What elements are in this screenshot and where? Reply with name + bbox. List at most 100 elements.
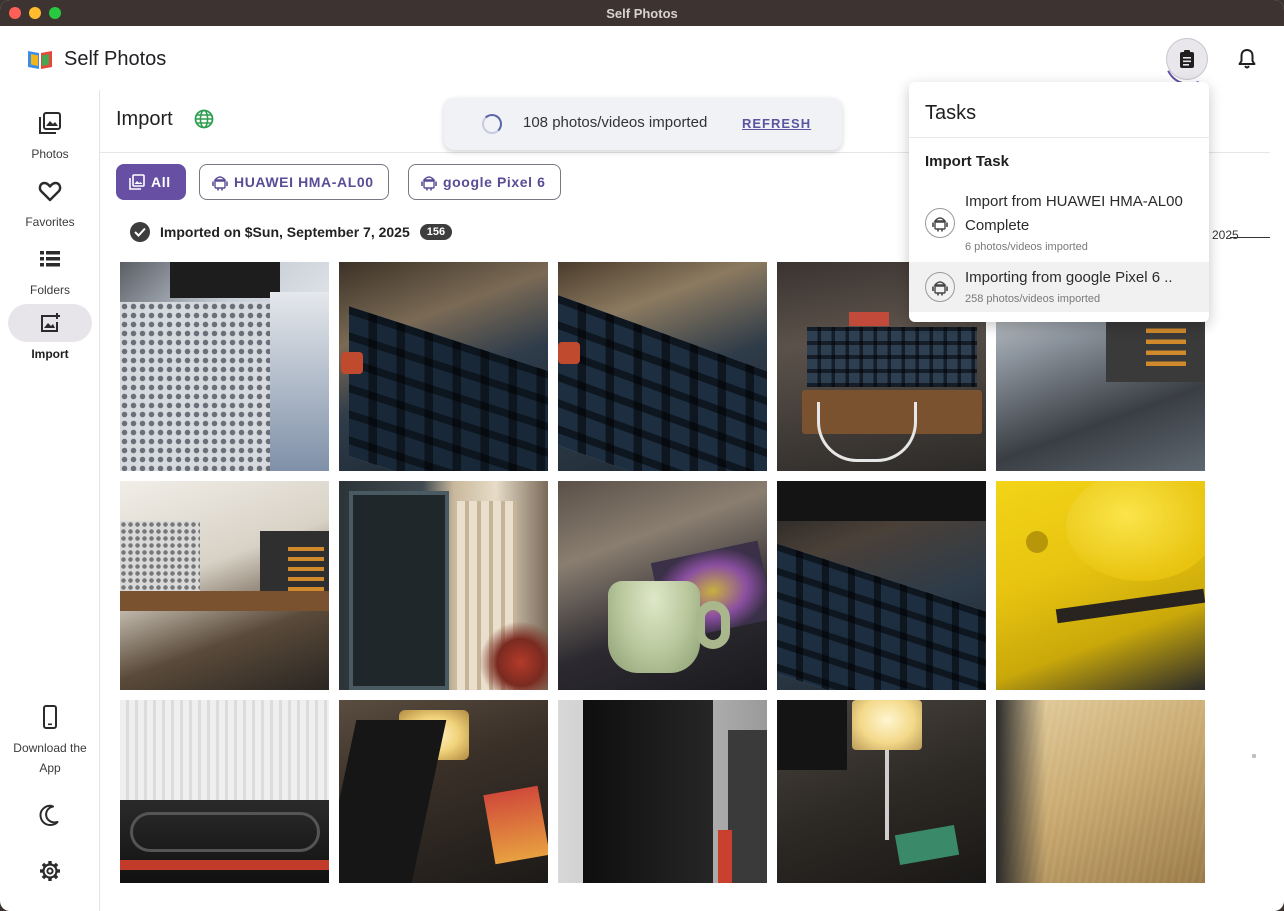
settings-button[interactable] bbox=[0, 852, 100, 890]
timeline-marker bbox=[1230, 237, 1270, 238]
photo-detail bbox=[849, 312, 889, 326]
sidebar-item-label: Favorites bbox=[25, 215, 75, 229]
photo-thumbnail[interactable] bbox=[777, 481, 986, 690]
task-detail: 6 photos/videos imported bbox=[965, 241, 1088, 253]
sidebar: Photos Favorites Folders Import Download… bbox=[0, 90, 100, 911]
import-icon bbox=[41, 313, 60, 332]
photos-icon bbox=[129, 174, 145, 190]
download-app-button[interactable]: Download the App bbox=[0, 698, 100, 778]
app-logo-icon bbox=[28, 51, 52, 69]
bell-icon bbox=[1238, 49, 1256, 69]
section-date-label: Imported on $Sun, September 7, 2025 bbox=[160, 224, 410, 240]
sidebar-icon-container bbox=[8, 304, 92, 342]
app-name: Self Photos bbox=[64, 48, 167, 70]
date-section-header: Imported on $Sun, September 7, 2025 156 bbox=[130, 222, 453, 242]
sidebar-icon-container bbox=[8, 240, 92, 278]
import-progress-text: 108 photos/videos imported bbox=[523, 114, 708, 131]
photo-detail bbox=[120, 302, 270, 471]
select-all-checkbox[interactable] bbox=[130, 222, 150, 242]
android-icon bbox=[932, 281, 948, 296]
photo-thumbnail[interactable] bbox=[777, 700, 986, 883]
sidebar-icon-container bbox=[8, 852, 92, 890]
photo-detail bbox=[608, 581, 700, 673]
photo-thumbnail[interactable] bbox=[339, 262, 548, 471]
task-item[interactable]: Importing from google Pixel 6 .. 258 pho… bbox=[909, 262, 1209, 312]
timeline-scroll-indicator[interactable] bbox=[1252, 754, 1256, 758]
photo-thumbnail[interactable] bbox=[558, 700, 767, 883]
theme-toggle-button[interactable] bbox=[0, 796, 100, 834]
close-window-button[interactable] bbox=[9, 7, 21, 19]
photo-detail bbox=[1026, 531, 1048, 553]
sidebar-icon-container bbox=[8, 698, 92, 736]
photo-detail bbox=[807, 327, 977, 387]
globe-icon[interactable] bbox=[194, 109, 214, 129]
sidebar-icon-container bbox=[8, 104, 92, 142]
photo-thumbnail[interactable] bbox=[120, 262, 329, 471]
sidebar-icon-container bbox=[8, 796, 92, 834]
photo-thumbnail[interactable] bbox=[996, 481, 1205, 690]
task-title: Import from HUAWEI HMA-AL00 Complete bbox=[965, 193, 1183, 234]
task-icon-container bbox=[925, 208, 955, 238]
download-app-label: Download the App bbox=[13, 741, 87, 775]
maximize-window-button[interactable] bbox=[49, 7, 61, 19]
filter-chip-all[interactable]: All bbox=[116, 164, 186, 200]
tasks-divider bbox=[909, 137, 1209, 138]
photo-detail bbox=[728, 730, 767, 883]
sidebar-item-photos[interactable]: Photos bbox=[0, 104, 100, 164]
task-item[interactable]: Import from HUAWEI HMA-AL00 Complete 6 p… bbox=[909, 186, 1209, 262]
filter-chip-pixel[interactable]: google Pixel 6 bbox=[408, 164, 561, 200]
import-progress-toast: 108 photos/videos imported REFRESH bbox=[444, 98, 842, 150]
photo-thumbnail[interactable] bbox=[120, 481, 329, 690]
sidebar-item-favorites[interactable]: Favorites bbox=[0, 172, 100, 232]
refresh-button[interactable]: REFRESH bbox=[742, 116, 811, 131]
photo-detail bbox=[349, 306, 548, 471]
app-window: Self Photos Self Photos Photos Favorites… bbox=[0, 0, 1284, 911]
photo-detail bbox=[120, 521, 200, 591]
sidebar-item-label: Import bbox=[31, 347, 69, 361]
gear-icon bbox=[40, 861, 60, 881]
filter-chip-huawei[interactable]: HUAWEI HMA-AL00 bbox=[199, 164, 389, 200]
notifications-button[interactable] bbox=[1228, 40, 1266, 78]
sidebar-item-label: Folders bbox=[29, 283, 70, 297]
android-icon bbox=[212, 176, 228, 191]
photo-thumbnail[interactable] bbox=[558, 481, 767, 690]
photo-detail bbox=[130, 812, 320, 852]
photo-detail bbox=[120, 591, 329, 611]
filter-chip-label: HUAWEI HMA-AL00 bbox=[234, 174, 374, 190]
photo-thumbnail[interactable] bbox=[120, 700, 329, 883]
photo-thumbnail[interactable] bbox=[339, 700, 548, 883]
tasks-subtitle: Import Task bbox=[925, 153, 1009, 170]
tasks-button[interactable] bbox=[1166, 38, 1208, 80]
photo-detail bbox=[777, 543, 986, 690]
task-title: Importing from google Pixel 6 .. bbox=[965, 269, 1173, 286]
photo-detail bbox=[817, 402, 917, 462]
photo-detail bbox=[885, 750, 889, 840]
photo-detail bbox=[170, 262, 280, 298]
photo-thumbnail[interactable] bbox=[558, 262, 767, 471]
minimize-window-button[interactable] bbox=[29, 7, 41, 19]
photo-detail bbox=[349, 491, 449, 690]
photo-detail bbox=[583, 700, 713, 883]
photo-detail bbox=[718, 830, 732, 883]
page-title: Import bbox=[116, 108, 173, 130]
photo-detail bbox=[341, 352, 363, 374]
photo-detail bbox=[120, 860, 329, 870]
photo-detail bbox=[1146, 322, 1186, 367]
sidebar-item-label: Photos bbox=[31, 147, 69, 161]
photo-thumbnail[interactable] bbox=[339, 481, 548, 690]
sidebar-item-folders[interactable]: Folders bbox=[0, 240, 100, 300]
app-bar: Self Photos bbox=[0, 26, 1284, 90]
android-icon bbox=[421, 176, 437, 191]
photo-detail bbox=[996, 700, 1046, 883]
task-icon-container bbox=[925, 272, 955, 302]
photo-detail bbox=[558, 342, 580, 364]
photo-detail bbox=[894, 825, 960, 865]
phone-icon bbox=[43, 705, 57, 729]
photo-thumbnail[interactable] bbox=[996, 700, 1205, 883]
moon-icon bbox=[39, 804, 59, 826]
photo-detail bbox=[483, 785, 548, 865]
photo-detail bbox=[852, 700, 922, 750]
photo-detail bbox=[777, 700, 847, 770]
sidebar-item-import[interactable]: Import bbox=[0, 304, 100, 364]
sidebar-icon-container bbox=[8, 172, 92, 210]
